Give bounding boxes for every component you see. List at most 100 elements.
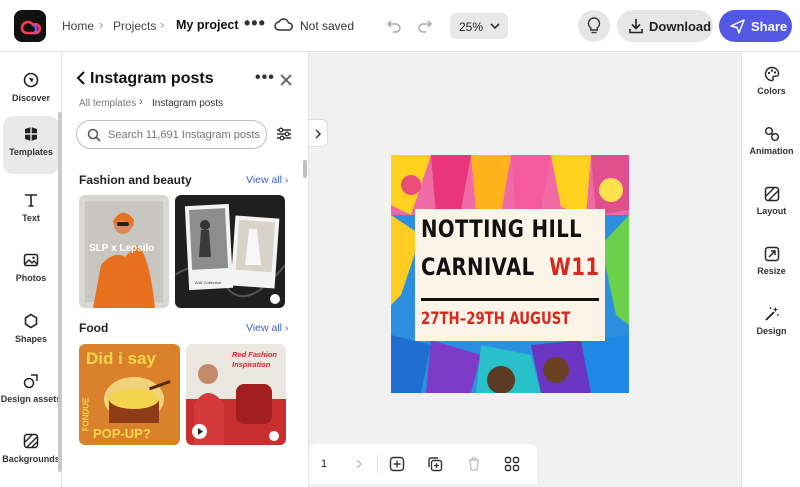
grid-view-icon[interactable]: [504, 456, 520, 472]
chevron-right-icon: ›: [99, 17, 104, 32]
panel-title: Instagram posts: [90, 70, 214, 87]
download-icon: [629, 19, 643, 34]
breadcrumb-projects[interactable]: Projects: [113, 19, 156, 33]
poster-title-line2[interactable]: CARNIVAL W11: [421, 253, 599, 281]
thumb-caption: SLP x Lepsilo: [89, 243, 155, 254]
template-thumb-fondue[interactable]: Did i say FONDUE POP-UP?: [79, 344, 180, 445]
magic-wand-icon: [765, 307, 779, 321]
rail-item-photos[interactable]: Photos: [0, 242, 62, 298]
right-rail-item-animation[interactable]: Animation: [742, 112, 800, 162]
ideas-button[interactable]: [578, 10, 610, 42]
template-thumb-red-fashion[interactable]: Red Fashion Inspiration: [186, 344, 286, 445]
right-rail-label: Resize: [757, 266, 786, 276]
right-rail: Colors Animation Layout Resize Design: [741, 52, 800, 487]
next-page-icon[interactable]: [355, 459, 363, 469]
right-rail-label: Animation: [749, 146, 794, 156]
chevron-right-icon: ›: [160, 17, 165, 32]
download-label: Download: [649, 19, 712, 34]
zoom-select[interactable]: 25%: [450, 13, 508, 39]
search-input[interactable]: [108, 127, 263, 143]
more-options-button[interactable]: •••: [244, 13, 266, 34]
right-rail-item-layout[interactable]: Layout: [742, 172, 800, 222]
templates-icon: [25, 127, 37, 141]
add-page-icon[interactable]: [389, 456, 405, 472]
view-all-fashion-link[interactable]: View all ›: [246, 174, 288, 186]
back-arrow-icon[interactable]: [76, 71, 86, 85]
panel-scrollbar[interactable]: [303, 160, 307, 178]
view-all-label: View all: [246, 322, 282, 334]
rail-item-backgrounds[interactable]: Backgrounds: [0, 423, 62, 479]
play-icon: [198, 428, 203, 435]
chevron-down-icon: [490, 23, 500, 30]
thumb-caption: Red Fashion Inspiration: [232, 350, 278, 369]
undo-icon[interactable]: [386, 17, 402, 33]
design-artboard[interactable]: NOTTING HILL CARNIVAL W11 27TH–29TH AUGU…: [391, 155, 629, 393]
left-rail: Discover Templates Text Photos Shapes De…: [0, 52, 62, 487]
delete-page-icon[interactable]: [466, 456, 482, 472]
chevron-right-icon: ›: [139, 96, 143, 108]
thumb-caption-top: Did i say: [86, 349, 156, 368]
palette-icon: [764, 66, 780, 82]
right-rail-item-design[interactable]: Design: [742, 292, 800, 342]
poster-dates[interactable]: 27TH–29TH AUGUST: [421, 309, 570, 329]
download-button[interactable]: Download: [617, 10, 713, 42]
panel-breadcrumb-current: Instagram posts: [152, 98, 224, 109]
page-toolbar: 1: [309, 444, 537, 484]
view-all-label: View all: [246, 174, 282, 186]
chevron-right-icon: [315, 129, 322, 139]
resize-icon: [764, 246, 780, 262]
thumb-caption-bottom: POP-UP?: [93, 426, 151, 441]
template-search[interactable]: [76, 120, 267, 149]
rail-item-label: Shapes: [14, 334, 47, 344]
poster-title-line1[interactable]: NOTTING HILL: [421, 215, 582, 243]
play-button[interactable]: [192, 424, 207, 439]
search-icon: [87, 128, 101, 142]
template-thumb-slp[interactable]: SLP x Lepsilo: [79, 195, 169, 308]
rail-item-shapes[interactable]: Shapes: [0, 303, 62, 359]
rail-item-label: Discover: [11, 93, 51, 103]
thumb-caption: A/W Collection: [195, 280, 222, 285]
rail-item-label: Templates: [9, 147, 53, 157]
share-button[interactable]: Share: [719, 10, 792, 42]
text-icon: [25, 194, 37, 207]
backgrounds-icon: [23, 433, 39, 449]
creative-cloud-icon: [20, 20, 42, 35]
save-status: Not saved: [300, 19, 355, 33]
rail-item-templates[interactable]: Templates: [3, 116, 59, 174]
rail-item-design-assets[interactable]: Design assets: [0, 363, 62, 419]
design-assets-icon: [23, 374, 38, 389]
duplicate-page-icon[interactable]: [427, 456, 443, 472]
templates-panel: Instagram posts ••• All templates › Inst…: [62, 52, 309, 487]
redo-icon[interactable]: [417, 17, 433, 33]
zoom-value: 25%: [459, 20, 484, 34]
app-logo[interactable]: [14, 10, 46, 42]
view-all-food-link[interactable]: View all ›: [246, 322, 288, 334]
right-rail-item-resize[interactable]: Resize: [742, 232, 800, 282]
panel-breadcrumb-all-templates[interactable]: All templates: [79, 98, 136, 109]
section-title-fashion: Fashion and beauty: [79, 173, 192, 187]
compass-icon: [23, 72, 39, 88]
filter-icon[interactable]: [276, 126, 292, 142]
collapse-panel-button[interactable]: [309, 119, 328, 147]
rail-item-label: Design assets: [0, 394, 62, 404]
template-preview-image: [175, 195, 285, 308]
shapes-icon: [24, 313, 38, 329]
rail-item-label: Photos: [15, 273, 47, 283]
template-thumb-aw-collection[interactable]: A/W Collection: [175, 195, 285, 308]
cloud-icon: [274, 18, 293, 31]
right-rail-item-colors[interactable]: Colors: [742, 52, 800, 102]
rail-item-label: Backgrounds: [2, 454, 60, 464]
poster-text-card[interactable]: NOTTING HILL CARNIVAL W11 27TH–29TH AUGU…: [415, 209, 605, 341]
rail-item-discover[interactable]: Discover: [0, 62, 62, 118]
panel-more-button[interactable]: •••: [255, 69, 275, 87]
rail-item-text[interactable]: Text: [0, 182, 62, 238]
close-icon[interactable]: [280, 74, 292, 86]
breadcrumb-current-project[interactable]: My project: [176, 18, 239, 32]
rail-item-label: Text: [22, 213, 40, 223]
share-label: Share: [751, 19, 788, 34]
page-number[interactable]: 1: [321, 458, 327, 470]
breadcrumb-home[interactable]: Home: [62, 19, 94, 33]
poster-title-line2-text: CARNIVAL: [421, 253, 535, 281]
send-icon: [730, 19, 745, 34]
right-rail-label: Design: [756, 326, 787, 336]
